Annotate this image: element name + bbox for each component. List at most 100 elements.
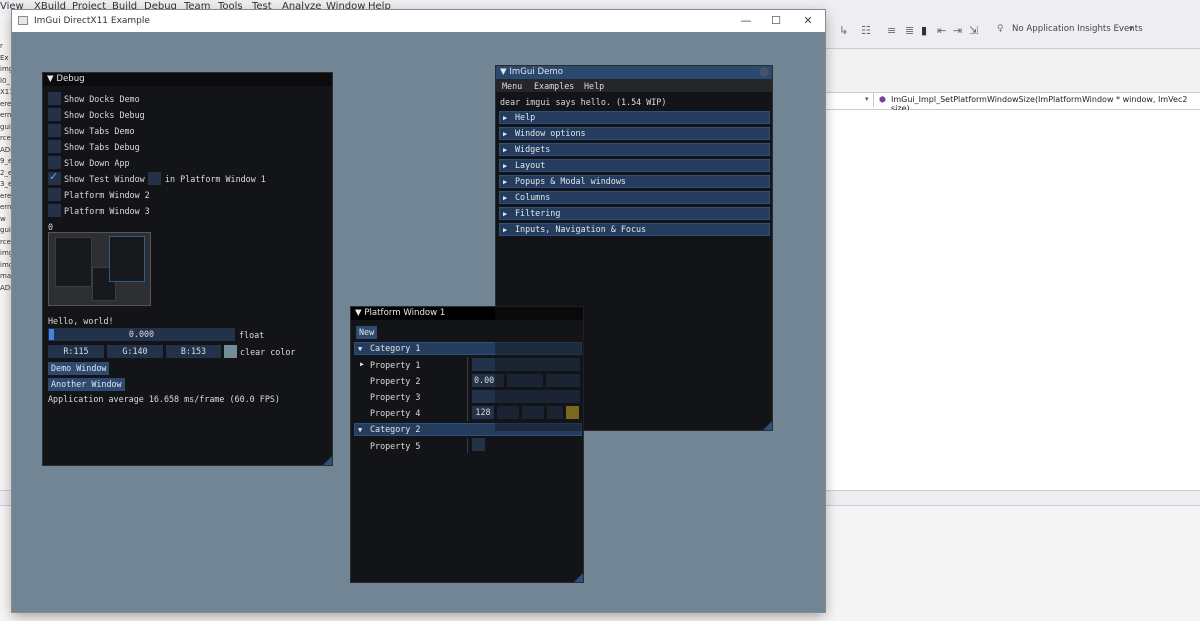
ide-item[interactable]: l0_ bbox=[0, 77, 12, 89]
ide-item[interactable]: img bbox=[0, 249, 12, 261]
ide-item[interactable]: eren bbox=[0, 100, 12, 112]
collapse-arrow-icon[interactable]: ▼ bbox=[355, 308, 362, 318]
ide-item[interactable]: 2_e bbox=[0, 169, 12, 181]
chevron-down-icon[interactable]: ▾ bbox=[1129, 24, 1133, 33]
ide-code-editor[interactable] bbox=[825, 110, 1200, 490]
ide-item[interactable]: ADM bbox=[0, 146, 12, 158]
ide-item[interactable]: 9_e bbox=[0, 157, 12, 169]
checkbox-show-test-window[interactable]: ✓ bbox=[48, 170, 61, 185]
checkbox-label: Platform Window 3 bbox=[64, 206, 150, 216]
expand-arrow-icon: ▶ bbox=[503, 114, 508, 122]
ide-item[interactable]: img bbox=[0, 65, 12, 77]
checkbox-label: in Platform Window 1 bbox=[165, 174, 266, 184]
ide-item[interactable]: r bbox=[0, 42, 12, 54]
color-swatch[interactable] bbox=[224, 345, 237, 358]
ide-item[interactable]: eren bbox=[0, 192, 12, 204]
menu-item-menu[interactable]: Menu bbox=[502, 81, 522, 91]
collapse-arrow-icon: ▼ bbox=[358, 345, 363, 353]
ide-item[interactable]: erna bbox=[0, 111, 12, 123]
resize-grip-icon[interactable] bbox=[574, 573, 583, 582]
checkbox-label: Platform Window 2 bbox=[64, 190, 150, 200]
close-icon[interactable]: ✕ bbox=[794, 13, 822, 29]
ide-item[interactable]: ADM bbox=[0, 284, 12, 296]
debug-titlebar[interactable]: ▼ Debug bbox=[43, 73, 332, 86]
header-filtering[interactable]: ▶ Filtering bbox=[499, 207, 770, 220]
header-help[interactable]: ▶ Help bbox=[499, 111, 770, 124]
column-divider[interactable] bbox=[467, 438, 468, 453]
checkbox-show-tabs-debug[interactable] bbox=[48, 140, 61, 153]
header-widgets[interactable]: ▶ Widgets bbox=[499, 143, 770, 156]
expand-arrow-icon: ▶ bbox=[503, 162, 508, 170]
expand-arrow-icon: ▶ bbox=[503, 226, 508, 234]
checkbox-platform-window-3[interactable] bbox=[48, 204, 61, 217]
list-icon[interactable]: ≡ bbox=[887, 24, 896, 37]
bookmark-next-icon[interactable]: ⇥ bbox=[953, 24, 962, 37]
color-b-field[interactable]: B:153 bbox=[166, 345, 221, 358]
insights-icon[interactable]: ♀ bbox=[997, 24, 1004, 34]
host-titlebar[interactable]: ImGui DirectX11 Example — ☐ ✕ bbox=[12, 10, 825, 32]
checkbox-platform-window-2[interactable] bbox=[48, 188, 61, 201]
breakpoint-icon[interactable]: ☷ bbox=[861, 24, 871, 37]
ide-item[interactable]: gui bbox=[0, 123, 12, 135]
checkbox-in-platform-window-1[interactable] bbox=[148, 172, 161, 185]
expand-arrow-icon[interactable]: ▶ bbox=[360, 360, 364, 368]
demo-window-button[interactable]: Demo Window bbox=[48, 362, 110, 375]
step-icon[interactable]: ↳ bbox=[839, 24, 848, 37]
checkbox-show-docks-debug[interactable] bbox=[48, 108, 61, 121]
ide-item[interactable]: X11 bbox=[0, 88, 12, 100]
ide-item[interactable]: ma bbox=[0, 272, 12, 284]
color-g-field[interactable]: G:140 bbox=[107, 345, 163, 358]
header-layout[interactable]: ▶ Layout bbox=[499, 159, 770, 172]
app-icon bbox=[18, 16, 28, 25]
bookmark-clear-icon[interactable]: ⇲ bbox=[969, 24, 978, 37]
resize-grip-icon[interactable] bbox=[763, 421, 772, 430]
header-columns[interactable]: ▶ Columns bbox=[499, 191, 770, 204]
ide-item[interactable]: Ex bbox=[0, 54, 12, 66]
ide-item[interactable]: gui bbox=[0, 226, 12, 238]
list-icon[interactable]: ≣ bbox=[905, 24, 914, 37]
bookmark-prev-icon[interactable]: ⇤ bbox=[937, 24, 946, 37]
another-window-button[interactable]: Another Window bbox=[48, 378, 125, 391]
property-5-checkbox[interactable] bbox=[472, 438, 485, 451]
expand-arrow-icon: ▶ bbox=[503, 210, 508, 218]
color-r-field[interactable]: R:115 bbox=[48, 345, 104, 358]
column-divider[interactable] bbox=[467, 357, 468, 421]
slider-grab[interactable] bbox=[49, 329, 54, 340]
header-window-options[interactable]: ▶ Window options bbox=[499, 127, 770, 140]
collapse-arrow-icon[interactable]: ▼ bbox=[500, 67, 509, 77]
close-icon[interactable] bbox=[759, 67, 769, 77]
resize-grip-icon[interactable] bbox=[323, 456, 332, 465]
ide-item[interactable]: 3_e bbox=[0, 180, 12, 192]
checkmark-icon: ✓ bbox=[49, 170, 59, 183]
imgui-demo-titlebar[interactable]: ▼ ImGui Demo bbox=[496, 66, 772, 79]
collapse-arrow-icon[interactable]: ▼ bbox=[47, 74, 56, 84]
ide-item[interactable]: img bbox=[0, 261, 12, 273]
ide-item[interactable]: w bbox=[0, 215, 12, 227]
checkbox-label: Show Docks Demo bbox=[64, 94, 140, 104]
checkbox-label: Show Test Window bbox=[64, 174, 145, 184]
debug-window: ▼ Debug Show Docks Demo Show Docks Debug… bbox=[42, 72, 333, 466]
method-icon: ⬢ bbox=[879, 95, 886, 104]
ide-item[interactable]: rce bbox=[0, 238, 12, 250]
ide-toolbar: ↳ ☷ ≡ ≣ ▮ ⇤ ⇥ ⇲ ♀ No Application Insight… bbox=[825, 14, 1200, 49]
menu-item-help[interactable]: Help bbox=[584, 81, 604, 91]
imgui-demo-menubar: Menu Examples Help bbox=[496, 79, 772, 92]
checkbox-show-docks-demo[interactable] bbox=[48, 92, 61, 105]
expand-arrow-icon: ▶ bbox=[503, 130, 508, 138]
header-popups[interactable]: ▶ Popups & Modal windows bbox=[499, 175, 770, 188]
minimize-icon[interactable]: — bbox=[732, 13, 760, 29]
menu-item-examples[interactable]: Examples bbox=[534, 81, 574, 91]
ide-item[interactable]: rce bbox=[0, 134, 12, 146]
property-4-field[interactable]: 128 bbox=[472, 406, 494, 419]
float-slider[interactable]: 0.000 bbox=[48, 328, 235, 341]
ide-item[interactable]: erna bbox=[0, 203, 12, 215]
bookmark-icon[interactable]: ▮ bbox=[921, 24, 927, 37]
header-inputs[interactable]: ▶ Inputs, Navigation & Focus bbox=[499, 223, 770, 236]
insights-label[interactable]: No Application Insights Events bbox=[1012, 24, 1143, 34]
maximize-icon[interactable]: ☐ bbox=[762, 13, 790, 29]
checkbox-label: Show Docks Debug bbox=[64, 110, 145, 120]
new-button[interactable]: New bbox=[356, 326, 378, 339]
checkbox-show-tabs-demo[interactable] bbox=[48, 124, 61, 137]
checkbox-slow-down-app[interactable] bbox=[48, 156, 61, 169]
chevron-down-icon[interactable]: ▾ bbox=[865, 95, 869, 103]
